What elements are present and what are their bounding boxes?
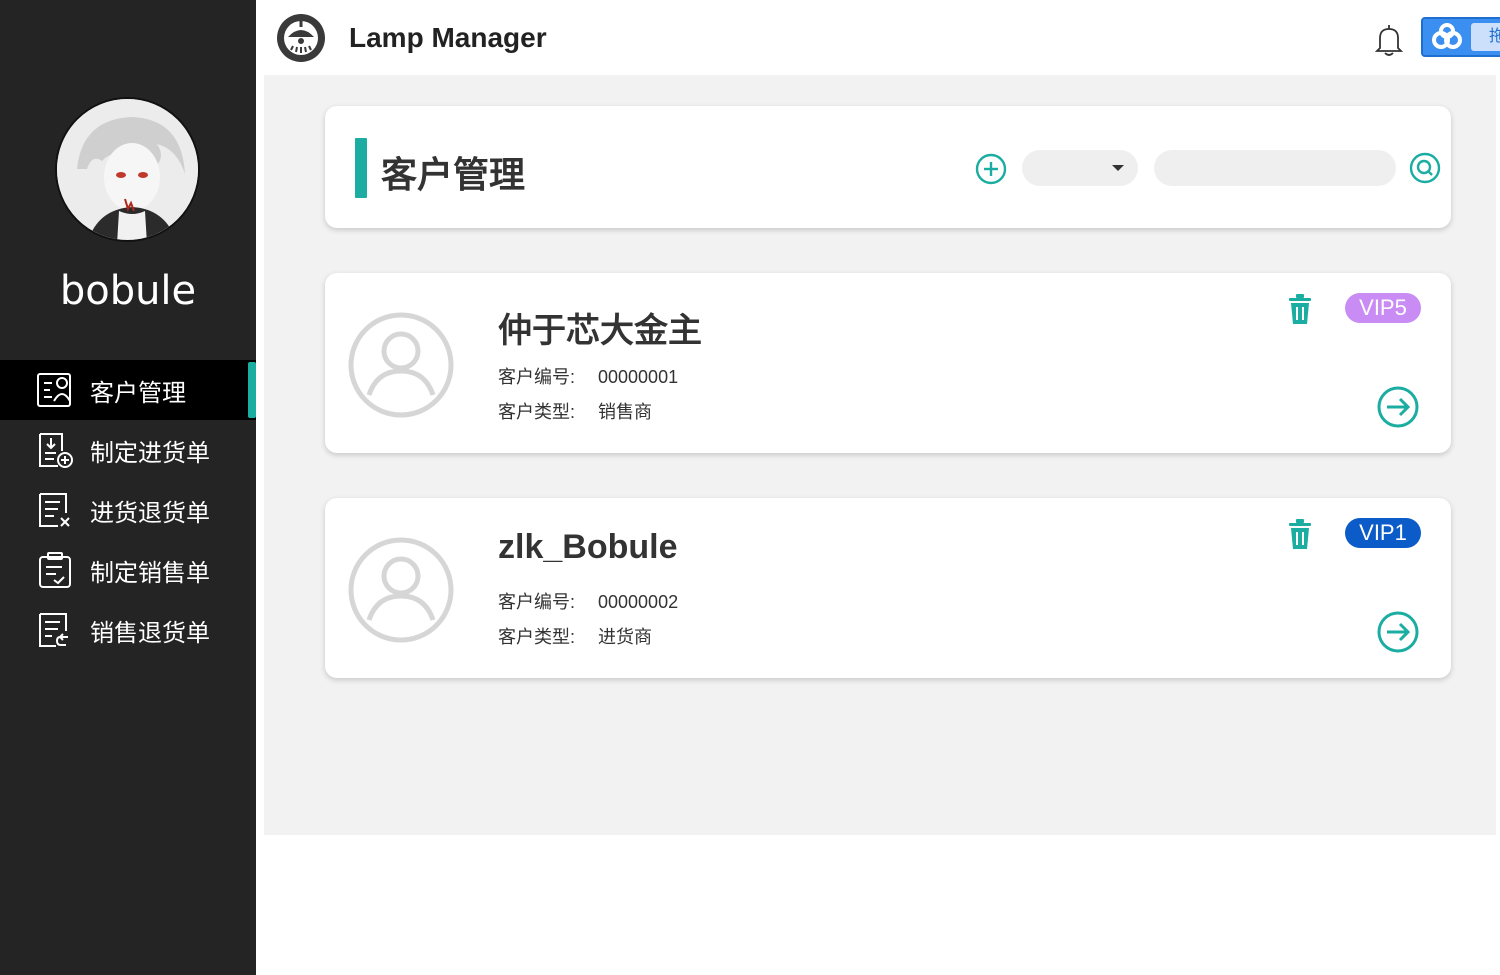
customer-name: zlk_Bobule <box>498 528 678 566</box>
customer-id: 00000002 <box>598 592 679 612</box>
trash-icon[interactable] <box>1287 293 1313 325</box>
customer-id-label: 客户编号: <box>498 367 576 387</box>
username: bobule <box>59 268 197 314</box>
vip-badge: VIP5 <box>1345 293 1421 323</box>
user-avatar-icon <box>347 311 455 419</box>
sidebar-item-sale-order[interactable]: 制定销售单 <box>0 540 256 600</box>
customer-type-label: 客户类型: <box>498 402 576 422</box>
search-input[interactable] <box>1154 150 1396 186</box>
customer-type-row: 客户类型: 进货商 <box>498 623 652 649</box>
customer-id-row: 客户编号: 00000002 <box>498 588 678 614</box>
search-icon[interactable] <box>1409 152 1441 184</box>
customer-name: 仲于芯大金主 <box>498 312 702 350</box>
main-content: 客户管理 仲于芯大金主 客户编号: 00000001 客户类型: 销售商 VIP5 <box>264 75 1496 835</box>
customer-type: 进货商 <box>598 627 652 647</box>
sidebar-item-label: 进货退货单 <box>90 499 210 527</box>
customer-type: 销售商 <box>598 402 652 422</box>
purchase-return-icon <box>36 491 74 529</box>
arrow-right-circle-icon[interactable] <box>1377 386 1419 428</box>
customer-type-label: 客户类型: <box>498 627 576 647</box>
lamp-logo-icon <box>276 13 326 63</box>
sidebar: bobule 客户管理 制定进货单 进货退货单 制定销售单 销售退货单 <box>0 0 256 975</box>
cloud-drive-button[interactable]: 拖 <box>1421 17 1500 57</box>
top-header: Lamp Manager 拖 <box>256 0 1500 75</box>
app-title: Lamp Manager <box>349 22 547 53</box>
sidebar-nav: 客户管理 制定进货单 进货退货单 制定销售单 销售退货单 <box>0 360 256 660</box>
sale-order-icon <box>36 551 74 589</box>
sidebar-item-sale-return[interactable]: 销售退货单 <box>0 600 256 660</box>
user-avatar-icon <box>347 536 455 644</box>
customer-id: 00000001 <box>598 367 679 387</box>
sidebar-item-label: 客户管理 <box>90 379 186 407</box>
customer-card[interactable]: 仲于芯大金主 客户编号: 00000001 客户类型: 销售商 VIP5 <box>325 273 1451 453</box>
cloud-tag: 拖 <box>1471 23 1500 51</box>
customer-id-row: 客户编号: 00000001 <box>498 363 678 389</box>
sidebar-item-label: 销售退货单 <box>90 619 210 647</box>
arrow-right-circle-icon[interactable] <box>1377 611 1419 653</box>
cloud-icon <box>1427 19 1467 55</box>
title-accent-bar <box>355 138 367 198</box>
bell-icon[interactable] <box>1374 23 1404 57</box>
filter-select[interactable] <box>1022 150 1138 186</box>
customer-card[interactable]: zlk_Bobule 客户编号: 00000002 客户类型: 进货商 VIP1 <box>325 498 1451 678</box>
sidebar-item-label: 制定销售单 <box>90 559 210 587</box>
customer-id-label: 客户编号: <box>498 592 576 612</box>
vip-badge: VIP1 <box>1345 518 1421 548</box>
customer-icon <box>36 371 74 409</box>
sidebar-item-purchase-return[interactable]: 进货退货单 <box>0 480 256 540</box>
sidebar-item-customer-management[interactable]: 客户管理 <box>0 360 256 420</box>
sidebar-item-purchase-order[interactable]: 制定进货单 <box>0 420 256 480</box>
purchase-add-icon <box>36 431 74 469</box>
trash-icon[interactable] <box>1287 518 1313 550</box>
add-customer-button[interactable] <box>975 153 1007 185</box>
sale-return-icon <box>36 611 74 649</box>
user-avatar[interactable] <box>55 97 200 242</box>
page-header-card: 客户管理 <box>325 106 1451 228</box>
chevron-down-icon <box>1112 165 1124 171</box>
customer-type-row: 客户类型: 销售商 <box>498 398 652 424</box>
sidebar-item-label: 制定进货单 <box>90 439 210 467</box>
page-title: 客户管理 <box>381 154 526 195</box>
